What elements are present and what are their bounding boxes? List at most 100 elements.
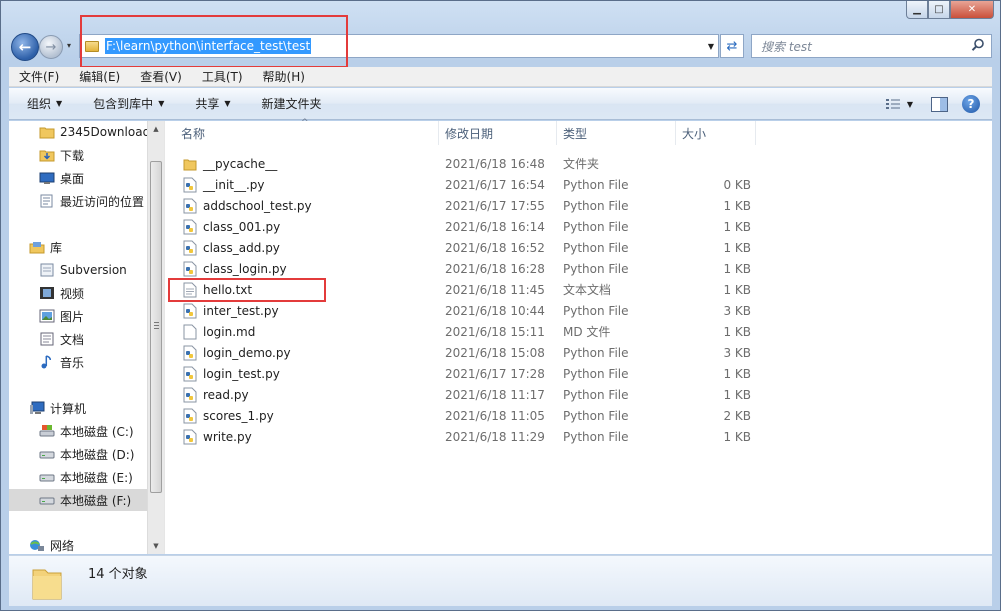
column-header-name[interactable]: ^ 名称	[165, 118, 439, 145]
file-name: class_001.py	[203, 219, 281, 234]
file-row[interactable]: read.py 2021/6/18 11:17 Python File 1 KB	[165, 384, 992, 405]
file-name-cell[interactable]: login.md	[165, 324, 439, 340]
new-folder-button[interactable]: 新建文件夹	[244, 95, 335, 112]
navigation-pane-scrollbar[interactable]: ▲ ▼	[147, 121, 164, 554]
file-name-cell[interactable]: class_login.py	[165, 261, 439, 277]
maximize-button[interactable]: □	[928, 1, 950, 19]
nav-item-recent-places[interactable]: 最近访问的位置	[39, 190, 144, 212]
column-header-type[interactable]: 类型	[557, 121, 676, 145]
nav-item-drive-c[interactable]: 本地磁盘 (C:)	[39, 420, 134, 442]
search-input[interactable]: 搜索 test	[751, 34, 992, 58]
file-row[interactable]: scores_1.py 2021/6/18 11:05 Python File 2 K…	[165, 405, 992, 426]
file-type: Python File	[563, 198, 629, 213]
nav-item-label: 本地磁盘 (D:)	[60, 447, 135, 462]
explorer-window: ▁ □ ✕ ← → ▾ F:\learn\python\interface_te…	[0, 0, 1001, 611]
file-type: Python File	[563, 219, 629, 234]
nav-item-network[interactable]: 网络	[29, 534, 74, 554]
help-icon[interactable]: ?	[962, 95, 980, 113]
share-button[interactable]: 共享 ▼	[177, 95, 243, 112]
column-header-date[interactable]: 修改日期	[439, 121, 557, 145]
nav-item-desktop[interactable]: 桌面	[39, 167, 84, 189]
file-type: Python File	[563, 345, 629, 360]
nav-item-videos[interactable]: 视频	[39, 282, 84, 304]
details-pane: 14 个对象	[9, 555, 992, 606]
nav-item-documents[interactable]: 文档	[39, 328, 84, 350]
file-row[interactable]: inter_test.py 2021/6/18 10:44 Python File 3…	[165, 300, 992, 321]
file-size: 2 KB	[723, 408, 751, 423]
file-name-cell[interactable]: __pycache__	[165, 156, 439, 172]
toolbar-right: ▼ ?	[885, 88, 992, 120]
file-row[interactable]: addschool_test.py 2021/6/17 17:55 Python F…	[165, 195, 992, 216]
menu-tools[interactable]: 工具(T)	[192, 68, 253, 85]
address-dropdown-icon[interactable]: ▼	[708, 42, 714, 51]
menu-edit[interactable]: 编辑(E)	[69, 68, 130, 85]
nav-item-label: 文档	[60, 332, 85, 347]
drive-icon	[39, 451, 55, 459]
view-dropdown-icon[interactable]: ▼	[907, 100, 913, 109]
file-row[interactable]: login_demo.py 2021/6/18 15:08 Python File 3…	[165, 342, 992, 363]
file-row[interactable]: __init__.py 2021/6/17 16:54 Python File 0 K…	[165, 174, 992, 195]
file-row[interactable]: class_add.py 2021/6/18 16:52 Python File 1 …	[165, 237, 992, 258]
python-file-icon	[183, 408, 203, 424]
file-row[interactable]: write.py 2021/6/18 11:29 Python File 1 KB	[165, 426, 992, 447]
file-name: login_test.py	[203, 366, 280, 381]
forward-button[interactable]: →	[39, 35, 63, 59]
file-name-cell[interactable]: class_001.py	[165, 219, 439, 235]
preview-pane-icon[interactable]	[931, 96, 948, 112]
nav-item-subversion[interactable]: Subversion	[39, 259, 127, 281]
file-type: Python File	[563, 240, 629, 255]
scrollbar-thumb[interactable]	[150, 161, 162, 493]
minimize-button[interactable]: ▁	[906, 1, 928, 19]
column-header-size[interactable]: 大小	[676, 121, 756, 145]
nav-item-music[interactable]: 音乐	[39, 351, 84, 373]
nav-item-pictures[interactable]: 图片	[39, 305, 84, 327]
command-toolbar: 组织 ▼ 包含到库中 ▼ 共享 ▼ 新建文件夹 ▼ ?	[9, 88, 992, 120]
nav-item-2345downloads[interactable]: 2345Downloads	[39, 121, 147, 143]
view-options-icon[interactable]	[885, 98, 901, 111]
file-row[interactable]: login_test.py 2021/6/17 17:28 Python File 1…	[165, 363, 992, 384]
back-button[interactable]: ←	[11, 33, 39, 61]
file-size: 3 KB	[723, 303, 751, 318]
python-file-icon	[183, 387, 203, 403]
file-name-cell[interactable]: write.py	[165, 429, 439, 445]
file-row[interactable]: login.md 2021/6/18 15:11 MD 文件 1 KB	[165, 321, 992, 342]
organize-button[interactable]: 组织 ▼	[9, 95, 75, 112]
menu-help[interactable]: 帮助(H)	[253, 68, 315, 85]
recent-pages-dropdown[interactable]: ▾	[67, 41, 71, 50]
nav-item-downloads[interactable]: 下载	[39, 144, 84, 166]
file-name-cell[interactable]: read.py	[165, 387, 439, 403]
file-date: 2021/6/18 15:11	[445, 324, 545, 339]
nav-item-drive-d[interactable]: 本地磁盘 (D:)	[39, 443, 134, 465]
file-row[interactable]: __pycache__ 2021/6/18 16:48 文件夹	[165, 153, 992, 174]
file-name-cell[interactable]: login_demo.py	[165, 345, 439, 361]
file-name-cell[interactable]: inter_test.py	[165, 303, 439, 319]
file-date: 2021/6/17 17:55	[445, 198, 545, 213]
nav-item-drive-f[interactable]: 本地磁盘 (F:)	[9, 489, 147, 511]
include-in-library-button[interactable]: 包含到库中 ▼	[75, 95, 177, 112]
file-row[interactable]: class_login.py 2021/6/18 16:28 Python File…	[165, 258, 992, 279]
scroll-down-arrow-icon[interactable]: ▼	[148, 538, 164, 554]
file-name-cell[interactable]: scores_1.py	[165, 408, 439, 424]
file-type: Python File	[563, 387, 629, 402]
file-type: Python File	[563, 408, 629, 423]
nav-item-drive-e[interactable]: 本地磁盘 (E:)	[39, 466, 133, 488]
nav-item-computer[interactable]: 计算机	[29, 397, 86, 419]
scroll-up-arrow-icon[interactable]: ▲	[148, 121, 164, 137]
column-header-label: 名称	[181, 126, 206, 141]
menu-file[interactable]: 文件(F)	[9, 68, 69, 85]
search-icon[interactable]	[971, 38, 985, 52]
file-row[interactable]: class_001.py 2021/6/18 16:14 Python File 1 …	[165, 216, 992, 237]
file-name-cell[interactable]: __init__.py	[165, 177, 439, 193]
menu-view[interactable]: 查看(V)	[130, 68, 192, 85]
close-button[interactable]: ✕	[950, 1, 994, 19]
file-name-cell[interactable]: addschool_test.py	[165, 198, 439, 214]
file-name-cell[interactable]: class_add.py	[165, 240, 439, 256]
refresh-button[interactable]: ⇄	[720, 34, 744, 58]
nav-item-libraries[interactable]: 库	[29, 236, 62, 258]
file-size: 1 KB	[723, 240, 751, 255]
file-date: 2021/6/18 10:44	[445, 303, 545, 318]
file-name: class_login.py	[203, 261, 287, 276]
file-size: 1 KB	[723, 219, 751, 234]
nav-item-label: 库	[50, 240, 63, 255]
file-name-cell[interactable]: login_test.py	[165, 366, 439, 382]
